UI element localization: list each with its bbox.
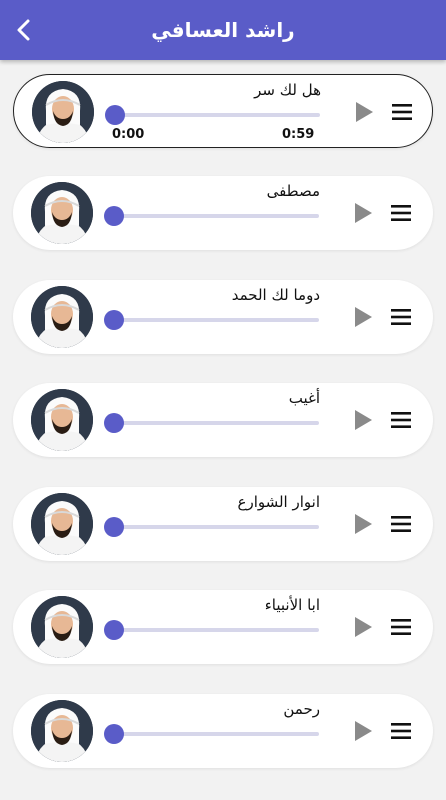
track-title: دوما لك الحمد [231,286,320,304]
menu-button[interactable] [389,513,413,535]
avatar [31,493,93,555]
track-title: رحمن [283,700,320,718]
play-button[interactable] [352,99,376,125]
hamburger-menu-icon [391,205,411,221]
total-time: 0:59 [282,127,315,142]
play-button[interactable] [351,407,375,433]
seek-bar[interactable] [114,113,320,117]
play-icon [355,203,372,223]
avatar-portrait-icon [32,81,94,143]
seek-thumb[interactable] [104,620,124,640]
track-card[interactable]: ابا الأنبياء [13,590,433,664]
play-icon [356,102,373,122]
hamburger-menu-icon [392,104,412,120]
avatar [31,700,93,762]
play-button[interactable] [351,511,375,537]
hamburger-menu-icon [391,412,411,428]
play-button[interactable] [351,304,375,330]
track-title: انوار الشوارع [237,493,321,511]
seek-bar[interactable] [113,525,319,529]
track-title: مصطفى [266,182,320,200]
seek-bar[interactable] [113,318,319,322]
seek-bar[interactable] [113,421,319,425]
play-icon [355,410,372,430]
play-button[interactable] [351,614,375,640]
page-title: راشد العسافي [151,18,295,42]
avatar-portrait-icon [31,182,93,244]
avatar-portrait-icon [31,286,93,348]
avatar-portrait-icon [31,389,93,451]
seek-bar[interactable] [113,214,319,218]
seek-thumb[interactable] [104,413,124,433]
seek-thumb[interactable] [104,724,124,744]
elapsed-time: 0:00 [112,127,145,142]
app-bar: راشد العسافي [0,0,446,60]
hamburger-menu-icon [391,619,411,635]
hamburger-menu-icon [391,516,411,532]
track-card[interactable]: دوما لك الحمد [13,280,433,354]
seek-thumb[interactable] [104,310,124,330]
hamburger-menu-icon [391,723,411,739]
menu-button[interactable] [389,720,413,742]
track-title: أغيب [288,389,320,407]
play-icon [355,617,372,637]
avatar-portrait-icon [31,700,93,762]
play-icon [355,721,372,741]
menu-button[interactable] [389,306,413,328]
track-card[interactable]: رحمن [13,694,433,768]
menu-button[interactable] [389,409,413,431]
seek-thumb[interactable] [104,206,124,226]
avatar-portrait-icon [31,493,93,555]
track-card[interactable]: انوار الشوارع [13,487,433,561]
track-title: ابا الأنبياء [264,596,320,614]
seek-thumb[interactable] [105,105,125,125]
avatar [31,389,93,451]
track-title: هل لك سر [254,81,321,99]
hamburger-menu-icon [391,309,411,325]
seek-bar[interactable] [113,628,319,632]
seek-thumb[interactable] [104,517,124,537]
play-button[interactable] [351,718,375,744]
avatar [31,596,93,658]
menu-button[interactable] [389,616,413,638]
play-icon [355,307,372,327]
menu-button[interactable] [390,101,414,123]
play-button[interactable] [351,200,375,226]
avatar-portrait-icon [31,596,93,658]
play-icon [355,514,372,534]
track-card[interactable]: هل لك سر 0:00 0:59 [13,74,433,148]
avatar [32,81,94,143]
seek-bar[interactable] [113,732,319,736]
track-card[interactable]: أغيب [13,383,433,457]
track-list: هل لك سر 0:00 0:59 مصطفى دوما لك الحمد أ… [0,60,446,800]
avatar [31,286,93,348]
menu-button[interactable] [389,202,413,224]
avatar [31,182,93,244]
track-card[interactable]: مصطفى [13,176,433,250]
